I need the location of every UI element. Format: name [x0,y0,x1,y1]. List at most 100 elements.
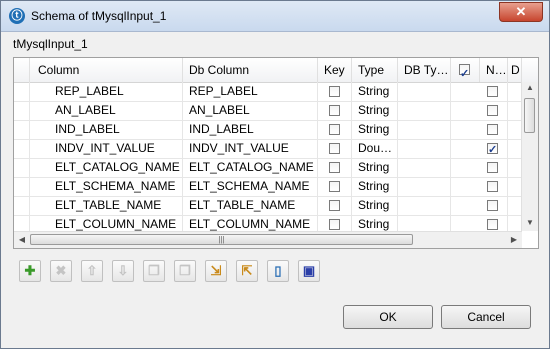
horizontal-scroll-thumb[interactable]: ||| [30,234,413,245]
nullable-checkbox[interactable] [487,105,498,116]
cell-nullable[interactable] [451,101,508,120]
nullable-checkbox[interactable] [487,162,498,173]
remove-row-button[interactable]: ✖ [50,260,72,282]
nullable-checkbox[interactable] [487,86,498,97]
header-nullable[interactable]: N… [480,58,508,82]
row-selector[interactable] [14,177,30,196]
cancel-button[interactable]: Cancel [441,305,531,329]
key-checkbox[interactable] [329,162,340,173]
cell-db-type[interactable] [398,101,451,120]
nullable-checkbox[interactable] [487,141,498,158]
header-type[interactable]: Type [352,58,398,82]
cell-db-type[interactable] [398,120,451,139]
nullable-checkbox[interactable] [487,124,498,135]
row-selector[interactable] [14,139,30,158]
add-row-button[interactable]: ✚ [19,260,41,282]
cell-type[interactable]: String [352,177,398,196]
guess-schema-button[interactable]: ▯ [267,260,289,282]
cell-default[interactable] [508,139,522,158]
cell-db-column[interactable]: ELT_SCHEMA_NAME [183,177,318,196]
move-down-button[interactable]: ⇩ [112,260,134,282]
scroll-down-arrow-icon[interactable]: ▼ [522,218,538,227]
cell-column[interactable]: ELT_TABLE_NAME [30,196,183,215]
copy-button[interactable]: ❐ [143,260,165,282]
cell-db-column[interactable]: IND_LABEL [183,120,318,139]
cell-column[interactable]: REP_LABEL [30,82,183,101]
cell-db-column[interactable]: INDV_INT_VALUE [183,139,318,158]
cell-key[interactable] [318,82,352,101]
cell-key[interactable] [318,139,352,158]
cell-nullable[interactable] [451,177,508,196]
cell-type[interactable]: String [352,101,398,120]
cell-column[interactable]: INDV_INT_VALUE [30,139,183,158]
cell-key[interactable] [318,177,352,196]
header-db-type[interactable]: DB Ty… [398,58,451,82]
row-selector[interactable] [14,158,30,177]
cell-key[interactable] [318,158,352,177]
key-checkbox[interactable] [329,143,340,154]
cell-default[interactable] [508,101,522,120]
scroll-up-arrow-icon[interactable]: ▲ [522,83,538,92]
cell-key[interactable] [318,196,352,215]
ok-button[interactable]: OK [343,305,433,329]
cell-db-column[interactable]: ELT_CATALOG_NAME [183,158,318,177]
horizontal-scrollbar[interactable]: ◀ ||| ▶ [14,231,522,248]
cell-key[interactable] [318,120,352,139]
header-default[interactable]: D [508,58,522,82]
key-checkbox[interactable] [329,181,340,192]
cell-db-type[interactable] [398,158,451,177]
scroll-left-arrow-icon[interactable]: ◀ [14,235,30,244]
import-schema-button[interactable]: ⇲ [205,260,227,282]
table-row[interactable]: ELT_CATALOG_NAME ELT_CATALOG_NAME String [14,158,522,178]
key-checkbox[interactable] [329,124,340,135]
header-key[interactable]: Key [318,58,352,82]
cell-type[interactable]: String [352,120,398,139]
cell-db-column[interactable]: ELT_TABLE_NAME [183,196,318,215]
key-checkbox[interactable] [329,200,340,211]
row-selector[interactable] [14,82,30,101]
header-select-all[interactable] [451,58,480,82]
title-bar[interactable]: ⓣ Schema of tMysqlInput_1 ✕ [1,1,549,32]
cell-column[interactable]: ELT_SCHEMA_NAME [30,177,183,196]
table-row[interactable]: AN_LABEL AN_LABEL String [14,101,522,121]
cell-default[interactable] [508,82,522,101]
cell-key[interactable] [318,101,352,120]
header-db-column[interactable]: Db Column [183,58,318,82]
cell-db-type[interactable] [398,196,451,215]
row-selector[interactable] [14,101,30,120]
cell-db-type[interactable] [398,82,451,101]
move-up-button[interactable]: ⇧ [81,260,103,282]
paste-button[interactable]: ❒ [174,260,196,282]
table-row[interactable]: IND_LABEL IND_LABEL String [14,120,522,140]
nullable-checkbox[interactable] [487,219,498,230]
close-button[interactable]: ✕ [499,2,543,22]
row-selector[interactable] [14,120,30,139]
cell-db-column[interactable]: REP_LABEL [183,82,318,101]
cell-default[interactable] [508,196,522,215]
nullable-checkbox[interactable] [487,200,498,211]
table-row[interactable]: ELT_TABLE_NAME ELT_TABLE_NAME String [14,196,522,216]
cell-type[interactable]: Dou… [352,139,398,158]
nullable-checkbox[interactable] [487,181,498,192]
select-all-checkbox[interactable] [459,62,470,82]
cell-nullable[interactable] [451,158,508,177]
cell-column[interactable]: ELT_CATALOG_NAME [30,158,183,177]
cell-nullable[interactable] [451,196,508,215]
cell-default[interactable] [508,158,522,177]
table-row[interactable]: REP_LABEL REP_LABEL String [14,82,522,102]
row-selector[interactable] [14,196,30,215]
cell-column[interactable]: AN_LABEL [30,101,183,120]
cell-db-column[interactable]: AN_LABEL [183,101,318,120]
cell-db-type[interactable] [398,177,451,196]
cell-type[interactable]: String [352,196,398,215]
save-schema-button[interactable]: ▣ [298,260,320,282]
cell-nullable[interactable] [451,82,508,101]
cell-nullable[interactable] [451,120,508,139]
cell-db-type[interactable] [398,139,451,158]
vertical-scroll-thumb[interactable] [524,98,535,133]
table-row[interactable]: ELT_SCHEMA_NAME ELT_SCHEMA_NAME String [14,177,522,197]
cell-default[interactable] [508,177,522,196]
key-checkbox[interactable] [329,86,340,97]
table-row[interactable]: INDV_INT_VALUE INDV_INT_VALUE Dou… [14,139,522,159]
scroll-right-arrow-icon[interactable]: ▶ [506,235,522,244]
